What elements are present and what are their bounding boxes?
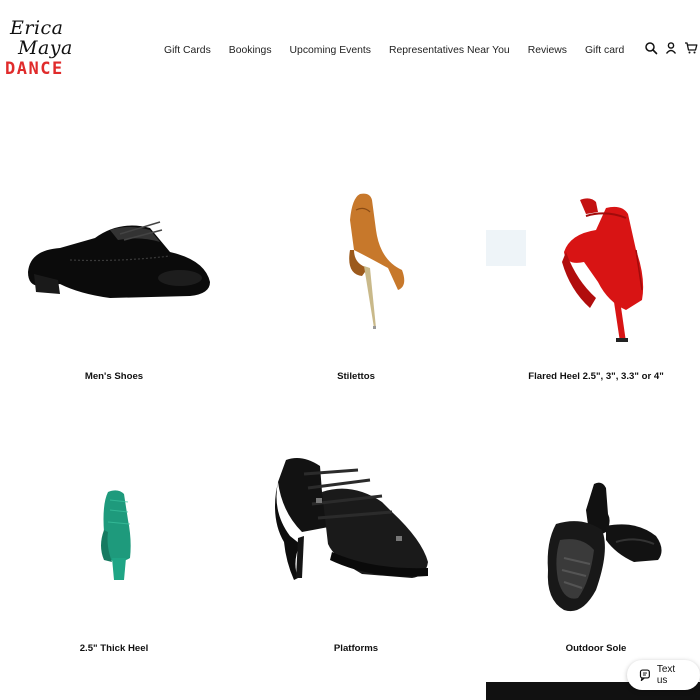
mens-shoe-image <box>28 221 210 298</box>
nav-gift-cards[interactable]: Gift Cards <box>164 45 211 56</box>
cart-icon[interactable] <box>684 41 698 55</box>
category-card-thick-heel[interactable]: 2.5" Thick Heel <box>0 480 228 660</box>
logo-line-2: Maya <box>18 37 73 59</box>
logo-line-1: Erica <box>10 17 64 39</box>
thick-heel-image <box>101 490 131 580</box>
platform-image <box>275 458 428 580</box>
nav-upcoming-events[interactable]: Upcoming Events <box>290 45 371 56</box>
flared-heel-image <box>486 198 644 342</box>
brand-logo[interactable]: Erica Maya DANCE <box>4 16 84 80</box>
category-label: Outdoor Sole <box>565 643 627 654</box>
chat-icon <box>639 669 650 681</box>
site-header: Erica Maya DANCE Gift Cards Bookings Upc… <box>0 0 700 100</box>
category-label: Flared Heel 2.5", 3", 3.3" or 4" <box>528 371 664 382</box>
category-label: Stilettos <box>337 371 375 382</box>
category-card-mens-shoes[interactable]: Men's Shoes <box>0 190 228 390</box>
text-us-button[interactable]: Text us <box>627 660 700 690</box>
account-icon[interactable] <box>664 41 678 55</box>
text-us-label: Text us <box>656 664 676 686</box>
outdoor-sole-image <box>547 482 662 612</box>
nav-reviews[interactable]: Reviews <box>528 45 567 56</box>
logo-line-3: DANCE <box>5 59 64 79</box>
main-nav: Gift Cards Bookings Upcoming Events Repr… <box>164 42 624 58</box>
category-label: Platforms <box>333 643 379 654</box>
category-card-stilettos[interactable]: Stilettos <box>242 190 470 390</box>
category-label: Men's Shoes <box>84 371 144 382</box>
category-card-outdoor-sole[interactable]: Outdoor Sole <box>486 470 700 662</box>
nav-representatives[interactable]: Representatives Near You <box>389 45 510 56</box>
nav-gift-card[interactable]: Gift card <box>585 45 624 56</box>
header-icons <box>644 41 698 55</box>
search-icon[interactable] <box>644 41 658 55</box>
category-label: 2.5" Thick Heel <box>79 643 149 654</box>
category-card-platforms[interactable]: Platforms <box>242 452 470 662</box>
category-card-flared-heel[interactable]: Flared Heel 2.5", 3", 3.3" or 4" <box>486 190 700 390</box>
nav-bookings[interactable]: Bookings <box>229 45 272 56</box>
stiletto-image <box>349 193 405 329</box>
